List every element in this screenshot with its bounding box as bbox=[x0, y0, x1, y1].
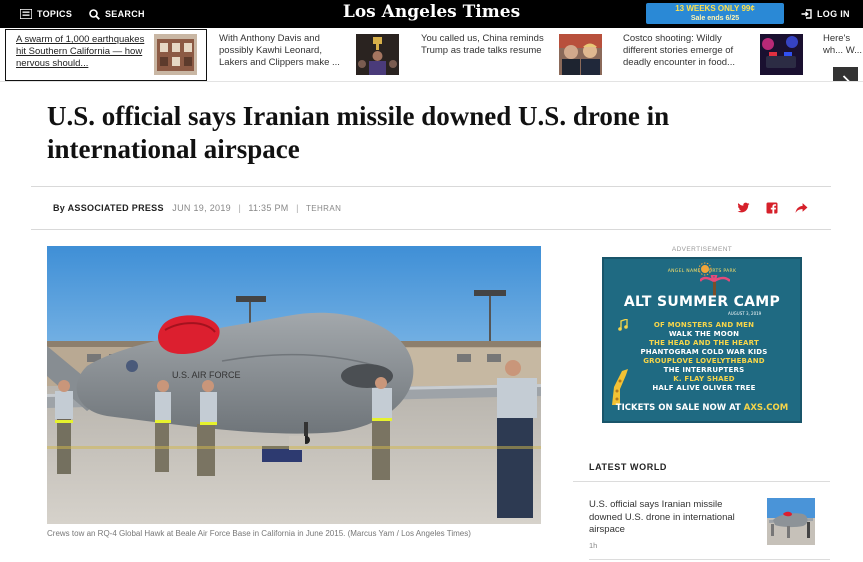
dateline-location: TEHRAN bbox=[305, 204, 342, 213]
ad-tickets-text: TICKETS ON SALE NOW AT bbox=[615, 403, 741, 413]
facebook-icon bbox=[766, 202, 778, 214]
promo-offer: 13 WEEKS ONLY 99¢ bbox=[675, 4, 755, 13]
ad-title: ALT SUMMER CAMP bbox=[623, 294, 781, 310]
twitter-icon bbox=[737, 202, 750, 213]
trophy-photo-icon bbox=[356, 34, 399, 75]
facebook-share-button[interactable] bbox=[766, 201, 780, 215]
twitter-share-button[interactable] bbox=[737, 201, 751, 215]
latest-world-heading: LATEST WORLD bbox=[589, 462, 668, 472]
ad-lineup-item: THE INTERRUPTERS bbox=[663, 366, 745, 374]
ad-lineup-item: OF MONSTERS AND MEN bbox=[653, 321, 755, 329]
separator: | bbox=[296, 203, 299, 213]
drone-thumbnail-icon bbox=[767, 498, 815, 545]
ad-lineup-item: K. FLAY SHAED bbox=[673, 375, 735, 383]
ad-tickets-cta: TICKETS ON SALE NOW AT AXS.COM bbox=[604, 403, 800, 413]
carousel-item-title[interactable]: With Anthony Davis and possibly Kawhi Le… bbox=[219, 33, 344, 71]
share-button[interactable] bbox=[795, 201, 809, 215]
publish-time: 11:35 PM bbox=[248, 203, 289, 213]
headline-carousel: A swarm of 1,000 earthquakes hit Souther… bbox=[0, 28, 863, 82]
ad-tickets-site: AXS.COM bbox=[743, 403, 789, 413]
divider bbox=[31, 186, 831, 187]
divider bbox=[573, 481, 830, 482]
byline: By ASSOCIATED PRESS JUN 19, 2019 | 11:35… bbox=[53, 203, 341, 213]
divider bbox=[31, 229, 831, 230]
byline-prefix: By bbox=[53, 203, 66, 213]
ad-lineup: OF MONSTERS AND MEN WALK THE MOON THE HE… bbox=[624, 321, 784, 393]
image-caption: Crews tow an RQ-4 Global Hawk at Beale A… bbox=[47, 529, 471, 538]
login-label: LOG IN bbox=[817, 9, 850, 19]
building-photo-icon bbox=[154, 34, 197, 75]
carousel-item-title[interactable]: A swarm of 1,000 earthquakes hit Souther… bbox=[16, 34, 146, 72]
divider bbox=[589, 559, 830, 560]
carousel-item[interactable]: Costco shooting: Wildly different storie… bbox=[611, 28, 811, 81]
share-arrow-icon bbox=[795, 203, 808, 213]
ad-lineup-item: HALF ALIVE OLIVER TREE bbox=[652, 384, 756, 392]
latest-item-thumbnail[interactable] bbox=[767, 498, 815, 545]
advertisement-label: ADVERTISEMENT bbox=[671, 246, 733, 253]
subscribe-promo-button[interactable]: 13 WEEKS ONLY 99¢ Sale ends 6/25 bbox=[646, 3, 784, 24]
ad-lineup-item: THE HEAD AND THE HEART bbox=[649, 339, 759, 347]
carousel-item-title[interactable]: You called us, China reminds Trump as tr… bbox=[421, 33, 551, 71]
promo-deadline: Sale ends 6/25 bbox=[690, 15, 740, 22]
ad-lineup-item: WALK THE MOON bbox=[668, 330, 740, 338]
author-link[interactable]: ASSOCIATED PRESS bbox=[68, 203, 164, 213]
carousel-item-title[interactable]: Costco shooting: Wildly different storie… bbox=[623, 33, 753, 71]
carousel-item[interactable]: You called us, China reminds Trump as tr… bbox=[409, 28, 611, 81]
sun-icon bbox=[698, 262, 712, 276]
ad-date: AUGUST 3, 2019 bbox=[728, 311, 762, 316]
latest-item-age: 1h bbox=[589, 541, 598, 550]
article-hero-image[interactable]: U.S. AIR FORCE bbox=[47, 246, 541, 524]
advertisement-banner[interactable]: ANGEL NAME SPORTS PARK ALT SUMMER CAMP A… bbox=[602, 257, 802, 423]
ad-lineup-item: GROUPLOVE LOVELYTHEBAND bbox=[643, 357, 765, 365]
top-nav-bar: TOPICS SEARCH Los Angeles Times 13 WEEKS… bbox=[0, 0, 863, 28]
carousel-item[interactable]: A swarm of 1,000 earthquakes hit Souther… bbox=[5, 29, 207, 81]
carousel-item-title[interactable]: Here's wh... W... bbox=[823, 33, 863, 71]
login-icon bbox=[801, 9, 812, 19]
fuselage-marking: U.S. AIR FORCE bbox=[172, 370, 241, 380]
publish-date: JUN 19, 2019 bbox=[172, 203, 231, 213]
latest-item-title[interactable]: U.S. official says Iranian missile downe… bbox=[589, 499, 754, 537]
leaders-photo-icon bbox=[559, 34, 602, 75]
chevron-right-icon bbox=[842, 75, 850, 81]
ad-lineup-item: PHANTOGRAM COLD WAR KIDS bbox=[640, 348, 768, 356]
article-headline: U.S. official says Iranian missile downe… bbox=[47, 101, 670, 164]
police-lights-photo-icon bbox=[760, 34, 803, 75]
carousel-item[interactable]: With Anthony Davis and possibly Kawhi Le… bbox=[207, 28, 409, 81]
carousel-next-button[interactable] bbox=[833, 67, 858, 81]
separator: | bbox=[238, 203, 241, 213]
login-button[interactable]: LOG IN bbox=[801, 0, 850, 28]
drone-photo: U.S. AIR FORCE bbox=[47, 246, 541, 524]
